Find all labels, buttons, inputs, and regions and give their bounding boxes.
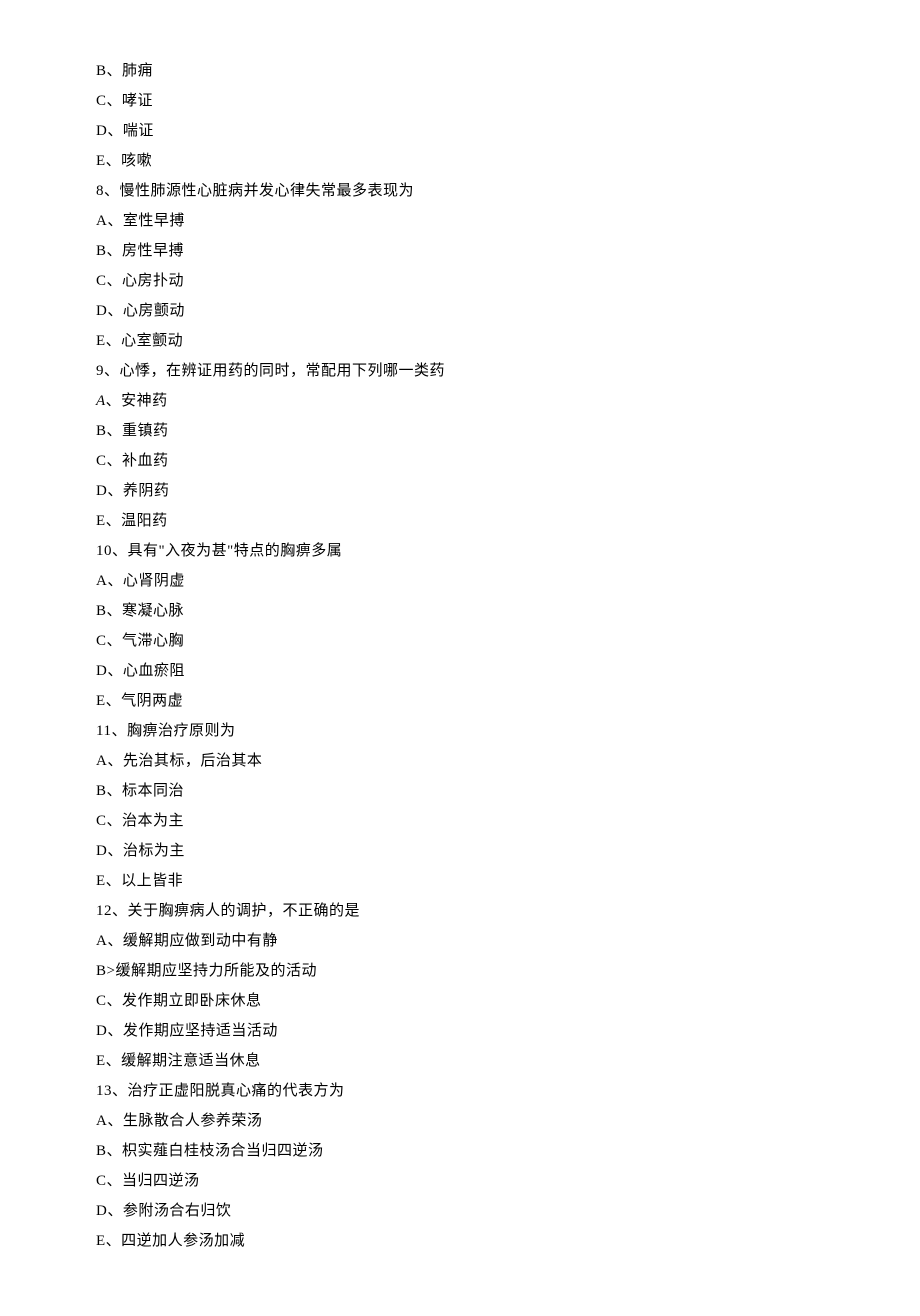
text-line: C、当归四逆汤: [96, 1166, 860, 1196]
text-line: B、房性早搏: [96, 236, 860, 266]
text-line: D、治标为主: [96, 836, 860, 866]
text-line: 10、具有"入夜为甚"特点的胸痹多属: [96, 536, 860, 566]
text-line: A、室性早搏: [96, 206, 860, 236]
text-line: B、标本同治: [96, 776, 860, 806]
text-line: A、先治其标，后治其本: [96, 746, 860, 776]
option-letter: A: [96, 393, 106, 409]
text-line: E、温阳药: [96, 506, 860, 536]
text-line: E、气阴两虚: [96, 686, 860, 716]
text-line: 12、关于胸痹病人的调护，不正确的是: [96, 896, 860, 926]
text-line: D、养阴药: [96, 476, 860, 506]
text-line: 11、胸痹治疗原则为: [96, 716, 860, 746]
option-text: 、安神药: [106, 393, 168, 409]
text-line: B>缓解期应坚持力所能及的活动: [96, 956, 860, 986]
text-line: E、缓解期注意适当休息: [96, 1046, 860, 1076]
text-line: E、以上皆非: [96, 866, 860, 896]
text-line: A、心肾阴虚: [96, 566, 860, 596]
text-line: D、心血瘀阻: [96, 656, 860, 686]
text-line: E、咳嗽: [96, 146, 860, 176]
text-line: D、喘证: [96, 116, 860, 146]
document-page: B、肺痈C、哮证D、喘证E、咳嗽8、慢性肺源性心脏病并发心律失常最多表现为A、室…: [0, 0, 920, 1316]
text-line: B、枳实薤白桂枝汤合当归四逆汤: [96, 1136, 860, 1166]
text-line: 13、治疗正虚阳脱真心痛的代表方为: [96, 1076, 860, 1106]
text-line: A、生脉散合人参养荣汤: [96, 1106, 860, 1136]
text-line: C、治本为主: [96, 806, 860, 836]
text-line: D、参附汤合右归饮: [96, 1196, 860, 1226]
text-line: C、发作期立即卧床休息: [96, 986, 860, 1016]
text-line: D、发作期应坚持适当活动: [96, 1016, 860, 1046]
text-line: A、缓解期应做到动中有静: [96, 926, 860, 956]
text-line: D、心房颤动: [96, 296, 860, 326]
text-line: A、安神药: [96, 386, 860, 416]
text-line: E、心室颤动: [96, 326, 860, 356]
text-line: C、气滞心胸: [96, 626, 860, 656]
text-line: B、重镇药: [96, 416, 860, 446]
text-line: C、心房扑动: [96, 266, 860, 296]
text-line: C、哮证: [96, 86, 860, 116]
text-line: 8、慢性肺源性心脏病并发心律失常最多表现为: [96, 176, 860, 206]
text-line: B、寒凝心脉: [96, 596, 860, 626]
text-line: E、四逆加人参汤加减: [96, 1226, 860, 1256]
text-line: 9、心悸，在辨证用药的同时，常配用下列哪一类药: [96, 356, 860, 386]
text-line: C、补血药: [96, 446, 860, 476]
text-line: B、肺痈: [96, 56, 860, 86]
